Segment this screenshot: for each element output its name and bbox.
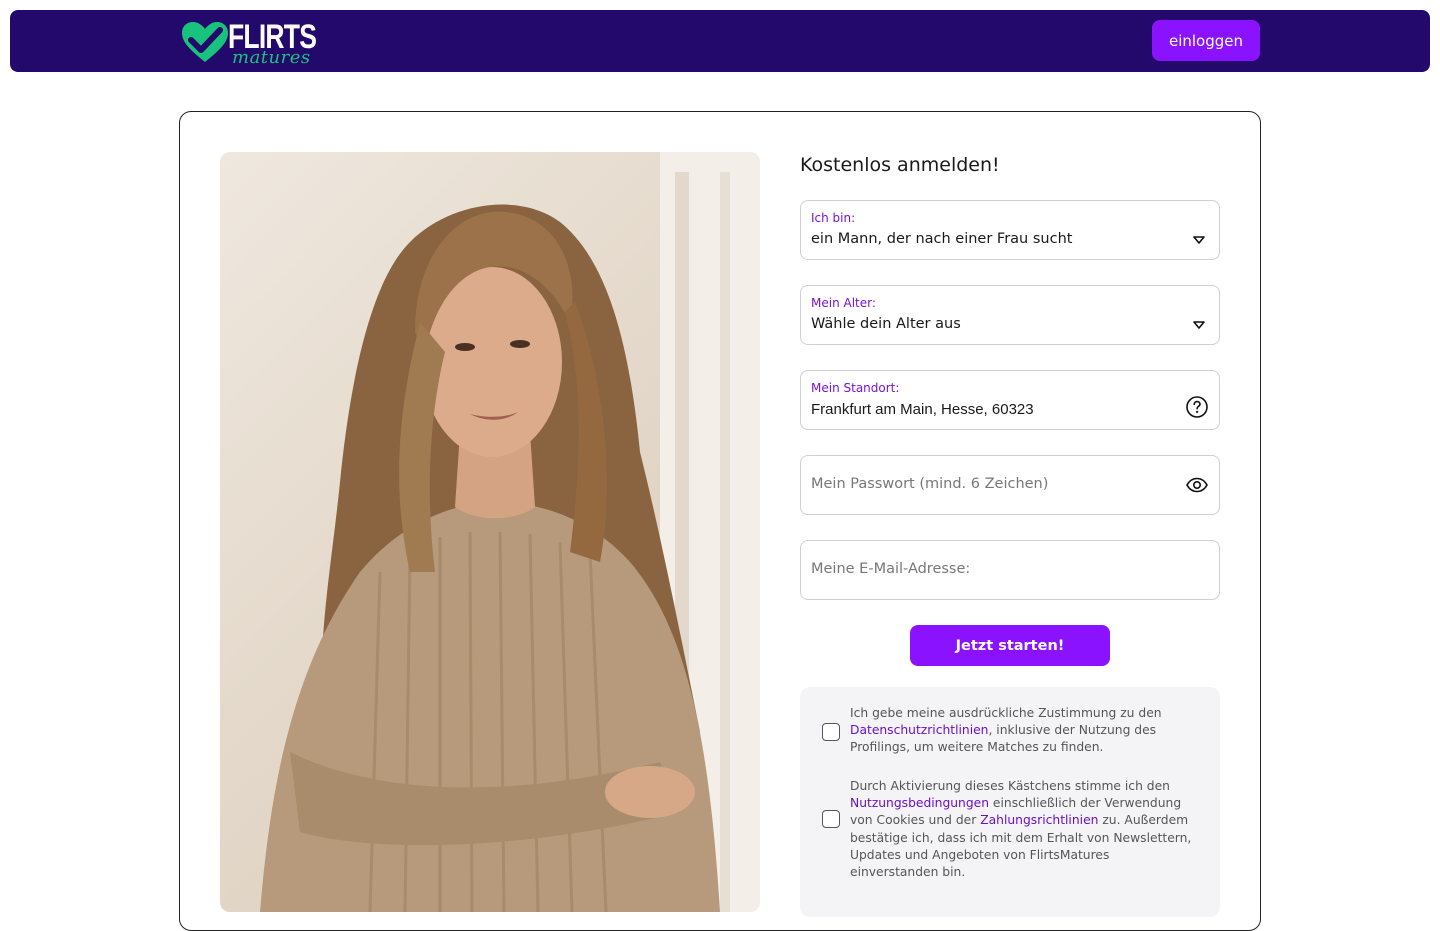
gender-label: Ich bin: <box>811 211 856 225</box>
flirtsmatures-logo[interactable]: FLIRTS matures <box>180 18 320 68</box>
privacy-consent-checkbox[interactable] <box>822 723 840 741</box>
terms-consent-checkbox[interactable] <box>822 810 840 828</box>
password-field[interactable]: Mein Passwort (mind. 6 Zeichen) <box>800 455 1220 515</box>
gender-value: ein Mann, der nach einer Frau sucht <box>811 231 1073 247</box>
consent-panel: Ich gebe meine ausdrückliche Zustimmung … <box>800 687 1220 917</box>
consent-text-part: Durch Aktivierung dieses Kästchens stimm… <box>850 779 1170 793</box>
heart-check-icon <box>182 22 228 62</box>
email-field[interactable]: Meine E-Mail-Adresse: <box>800 540 1220 600</box>
eye-icon[interactable] <box>1185 473 1209 497</box>
privacy-consent-text: Ich gebe meine ausdrückliche Zustimmung … <box>850 705 1200 757</box>
location-field[interactable]: Mein Standort: Frankfurt am Main, Hesse,… <box>800 370 1220 430</box>
help-icon[interactable] <box>1185 395 1209 419</box>
location-value[interactable]: Frankfurt am Main, Hesse, 60323 <box>811 401 1034 418</box>
age-select[interactable]: Mein Alter: Wähle dein Alter aus <box>800 285 1220 345</box>
terms-of-use-link[interactable]: Nutzungsbedingungen <box>850 796 989 810</box>
email-placeholder: Meine E-Mail-Adresse: <box>811 561 971 577</box>
gender-select[interactable]: Ich bin: ein Mann, der nach einer Frau s… <box>800 200 1220 260</box>
woman-portrait-illustration <box>260 152 760 912</box>
consent-text-part: Ich gebe meine ausdrückliche Zustimmung … <box>850 706 1162 720</box>
terms-consent-text: Durch Aktivierung dieses Kästchens stimm… <box>850 778 1200 881</box>
form-title: Kostenlos anmelden! <box>800 154 1000 176</box>
payment-policy-link[interactable]: Zahlungsrichtlinien <box>980 813 1098 827</box>
start-button[interactable]: Jetzt starten! <box>910 625 1110 666</box>
top-navigation-bar: FLIRTS matures einloggen <box>10 10 1430 72</box>
age-label: Mein Alter: <box>811 296 876 310</box>
login-button[interactable]: einloggen <box>1152 20 1260 61</box>
chevron-down-icon <box>1193 321 1205 329</box>
age-value: Wähle dein Alter aus <box>811 316 961 332</box>
location-label: Mein Standort: <box>811 381 900 395</box>
password-placeholder: Mein Passwort (mind. 6 Zeichen) <box>811 476 1049 492</box>
chevron-down-icon <box>1193 236 1205 244</box>
logo-text-matures: matures <box>232 47 311 68</box>
privacy-policy-link[interactable]: Datenschutzrichtlinien <box>850 723 988 737</box>
profile-photo <box>220 152 760 912</box>
registration-card: Kostenlos anmelden! Ich bin: ein Mann, d… <box>179 111 1261 931</box>
